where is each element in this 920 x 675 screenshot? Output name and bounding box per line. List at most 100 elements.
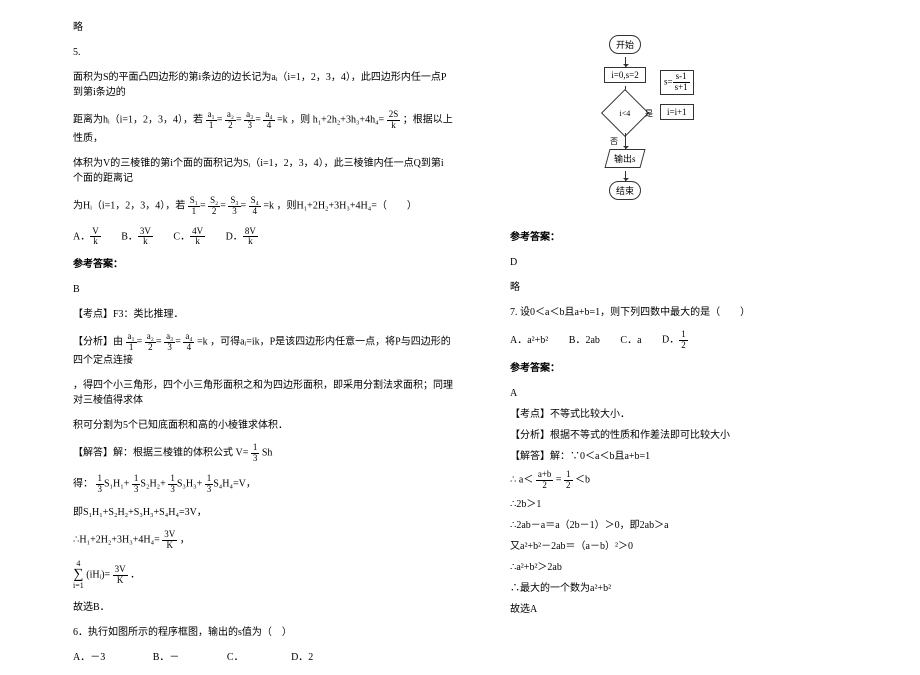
flow-condition: i<4 xyxy=(601,89,649,137)
solution: ∴a²+b²＞2ab xyxy=(510,560,890,575)
text: ∴H₁+2H₂+3H₃+4H₄= xyxy=(73,534,160,545)
fraction: a₂2 xyxy=(145,332,156,353)
fraction: 8Vk xyxy=(243,227,258,248)
option-b: B．－ xyxy=(153,650,180,665)
solution: 【解答】解：根据三棱锥的体积公式 V= 13 Sh xyxy=(73,443,453,464)
analysis: 【分析】由 a₁1= a₂2= a₃3= a₄4 =k ，可得aᵢ=ik，P是该… xyxy=(73,332,453,368)
fraction: a₁1 xyxy=(206,110,217,131)
option-d: D．12 xyxy=(662,330,688,351)
question-text: 面积为S的平面凸四边形的第i条边的边长记为aᵢ（i=1，2，3，4），此四边形内… xyxy=(73,70,453,100)
flow-output: 输出s xyxy=(605,149,646,168)
fraction: 2Sk xyxy=(387,110,401,131)
analysis: 积可分割为5个已知底面积和高的小棱锥求体积． xyxy=(73,418,453,433)
option-a: A．Vk xyxy=(73,227,101,248)
option-d: D．2 xyxy=(291,650,313,665)
text: 略 xyxy=(510,280,890,295)
fraction: 13 xyxy=(168,474,177,495)
solution: 又a²+b²－2ab＝（a－b）²＞0 xyxy=(510,539,890,554)
text: ∴ xyxy=(510,474,516,485)
text: 【分析】由 xyxy=(73,337,123,348)
flow-calc: s=s-1s+1 xyxy=(660,70,694,95)
fraction: S₄4 xyxy=(249,196,261,217)
text: h₁+2h₂+3h₃+4h₄= xyxy=(313,115,385,126)
solution: ∴2b＞1 xyxy=(510,497,890,512)
question-text: 距离为hᵢ（i=1，2，3，4），若 a₁1= a₂2= a₃3= a₄4 =k… xyxy=(73,110,453,146)
solution-end: 故选A xyxy=(510,602,890,617)
arrow-down-icon xyxy=(625,57,626,67)
text: (iHᵢ)= xyxy=(86,570,110,581)
text: ， xyxy=(180,534,190,545)
flowchart: 开始 i=0,s=2 i<4 是 否 s=s-1s+1 i=i+1 输出s 结束 xyxy=(555,35,695,203)
fraction: a₁1 xyxy=(126,332,137,353)
answer-value: D xyxy=(510,255,890,270)
text: 距离为hᵢ（i=1，2，3，4），若 xyxy=(73,115,203,126)
text: V= xyxy=(236,448,249,459)
fraction: 12 xyxy=(564,470,573,491)
fraction: a+b2 xyxy=(536,470,554,491)
option-c: C．4Vk xyxy=(173,227,205,248)
fraction: a₄4 xyxy=(183,332,194,353)
fraction: 3VK xyxy=(162,530,177,551)
text: ＜b xyxy=(575,474,590,485)
solution: 得： 13S₁H₁+ 13S₂H₂+ 13S₃H₃+ 13S₄H₄=V， xyxy=(73,474,453,495)
solution: 【解答】解：∵0＜a＜b且a+b=1 xyxy=(510,449,890,464)
keypoint: 【考点】不等式比较大小． xyxy=(510,407,890,422)
arrow-down-icon xyxy=(625,171,626,181)
fraction: a₂2 xyxy=(225,110,236,131)
fraction: S₁1 xyxy=(188,196,200,217)
text: 得： xyxy=(73,479,93,490)
keypoint: 【考点】F3：类比推理． xyxy=(73,307,453,322)
solution: ∴2ab－a＝a（2b－1）＞0，即2ab＞a xyxy=(510,518,890,533)
question-text: 6．执行如图所示的程序框图，输出的s值为（ ） xyxy=(73,625,453,640)
flow-yes-label: 是 xyxy=(645,108,653,119)
answer-label: 参考答案： xyxy=(73,257,453,272)
options-row: A．－3 B．－ C． D．2 xyxy=(73,650,453,665)
text: = xyxy=(556,474,562,485)
answer-value: A xyxy=(510,386,890,401)
answer-value: B xyxy=(73,282,453,297)
analysis: ，得四个小三角形，四个小三角形面积之和为四边形面积，即采用分割法求面积；同理对三… xyxy=(73,378,453,408)
option-b: B．2ab xyxy=(569,333,600,348)
option-c: C． xyxy=(227,650,244,665)
flow-start: 开始 xyxy=(609,35,641,54)
option-c: C．a xyxy=(620,333,641,348)
left-column: 略 5. 面积为S的平面凸四边形的第i条边的边长记为aᵢ（i=1，2，3，4），… xyxy=(73,20,453,675)
option-a: A．－3 xyxy=(73,650,105,665)
fraction: a₃3 xyxy=(244,110,255,131)
flow-no-label: 否 xyxy=(610,136,618,147)
text: ，则 xyxy=(290,115,310,126)
text: 【解答】解：根据三棱锥的体积公式 xyxy=(73,448,233,459)
flow-increment: i=i+1 xyxy=(660,104,694,120)
solution: 即S₁H₁+S₂H₂+S₃H₃+S₄H₄=3V， xyxy=(73,505,453,520)
fraction: 3VK xyxy=(113,565,128,586)
fraction: a₄4 xyxy=(263,110,274,131)
flow-init: i=0,s=2 xyxy=(604,67,645,83)
analysis: 【分析】根据不等式的性质和作差法即可比较大小 xyxy=(510,428,890,443)
solution: ∴最大的一个数为a²+b² xyxy=(510,581,890,596)
option-b: B．3Vk xyxy=(121,227,153,248)
option-a: A．a²+b² xyxy=(510,333,548,348)
fraction: 13 xyxy=(96,474,105,495)
answer-label: 参考答案： xyxy=(510,230,890,245)
solution-end: 故选B． xyxy=(73,600,453,615)
answer-label: 参考答案： xyxy=(510,361,890,376)
text: ． xyxy=(130,570,140,581)
text: ，则H₁+2H₂+3H₃+4H₄=（ ） xyxy=(276,200,416,211)
flow-end: 结束 xyxy=(609,181,641,200)
question-text: 体积为V的三棱锥的第i个面的面积记为Sᵢ（i=1，2，3，4），此三棱锥内任一点… xyxy=(73,156,453,186)
fraction: 3Vk xyxy=(138,227,153,248)
arrow-down-icon xyxy=(625,133,626,149)
fraction: 13 xyxy=(205,474,214,495)
fraction: s-1s+1 xyxy=(673,72,690,93)
solution: ∴ a＜ a+b2 = 12 ＜b xyxy=(510,470,890,491)
text: =k xyxy=(277,115,288,126)
fraction: 4Vk xyxy=(190,227,205,248)
sigma-icon: ∑ xyxy=(73,568,83,582)
question-text: 为Hᵢ（i=1，2，3，4），若 S₁1= S₂2= S₃3= S₄4 =k ，… xyxy=(73,196,453,217)
fraction: 13 xyxy=(251,443,260,464)
question-number: 5. xyxy=(73,45,453,60)
text: Sh xyxy=(262,448,273,459)
right-column: 参考答案： D 略 7. 设0＜a＜b且a+b=1，则下列四数中最大的是（ ） … xyxy=(510,230,890,623)
options-row: A．a²+b² B．2ab C．a D．12 xyxy=(510,330,890,351)
fraction: Vk xyxy=(90,227,101,248)
